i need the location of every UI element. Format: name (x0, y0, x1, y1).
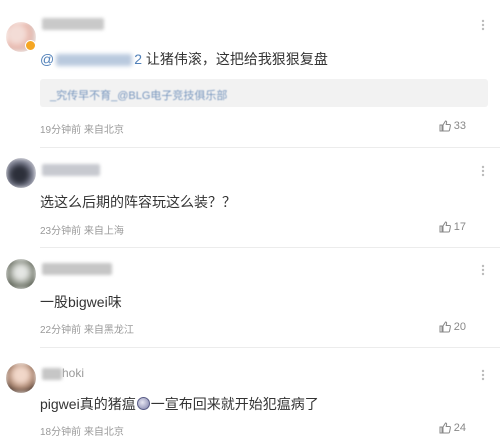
comment-text: @2 让猪伟滚，这把给我狠狠复盘 (40, 51, 328, 67)
like-button[interactable]: 20 (439, 321, 466, 333)
thumbs-up-icon (439, 120, 451, 132)
quoted-reply-text: _究传早不育_@BLG电子竞技俱乐部 (50, 90, 228, 102)
username[interactable] (42, 16, 104, 30)
divider (40, 147, 500, 148)
like-count: 24 (453, 422, 466, 434)
comment-location: 来自北京 (83, 125, 124, 136)
like-button[interactable]: 33 (439, 120, 466, 132)
more-icon[interactable] (476, 18, 490, 32)
comment-meta: 23分钟前 来自上海 (40, 222, 124, 237)
like-count: 17 (453, 221, 466, 233)
comment-time: 19分钟前 (40, 125, 82, 136)
sticker-icon (136, 397, 150, 410)
verified-badge-icon (25, 40, 36, 51)
more-icon[interactable] (476, 368, 490, 382)
comment-3: 一股bigwei味 22分钟前 来自黑龙江 20 (0, 250, 500, 350)
comment-4: hoki pigwei真的猪瘟 一宣布回来就开始犯瘟病了 18分钟前 来自北京 2… (0, 350, 500, 440)
comment-text: 一股bigwei味 (40, 294, 122, 310)
like-button[interactable]: 24 (439, 422, 466, 434)
divider (40, 247, 500, 248)
comment-location: 来自上海 (83, 226, 124, 237)
divider (40, 347, 500, 348)
username[interactable] (42, 162, 100, 176)
comment-time: 22分钟前 (40, 325, 82, 336)
thumbs-up-icon (439, 321, 451, 333)
username[interactable] (42, 261, 112, 275)
mention-link[interactable]: @2 (40, 51, 142, 67)
comment-2: 选这么后期的阵容玩这么装？？ 23分钟前 来自上海 17 (0, 150, 500, 250)
comment-location: 来自黑龙江 (83, 325, 134, 336)
comment-time: 18分钟前 (40, 427, 82, 438)
thumbs-up-icon (439, 221, 451, 233)
comment-time: 23分钟前 (40, 226, 82, 237)
avatar[interactable] (6, 158, 36, 188)
comment-text: pigwei真的猪瘟 一宣布回来就开始犯瘟病了 (40, 396, 319, 412)
comment-text: 选这么后期的阵容玩这么装？？ (40, 194, 236, 210)
quoted-reply[interactable]: _究传早不育_@BLG电子竞技俱乐部 (40, 79, 488, 107)
comment-1: @2 让猪伟滚，这把给我狠狠复盘 _究传早不育_@BLG电子竞技俱乐部 19分钟… (0, 0, 500, 150)
thumbs-up-icon (439, 422, 451, 434)
avatar[interactable] (6, 259, 36, 289)
comment-meta: 18分钟前 来自北京 (40, 423, 124, 438)
comment-meta: 22分钟前 来自黑龙江 (40, 321, 134, 336)
like-count: 33 (453, 120, 466, 132)
username[interactable]: hoki (42, 366, 84, 380)
like-button[interactable]: 17 (439, 221, 466, 233)
more-icon[interactable] (476, 263, 490, 277)
like-count: 20 (453, 321, 466, 333)
avatar[interactable] (6, 363, 36, 393)
comment-location: 来自北京 (83, 427, 124, 438)
comment-meta: 19分钟前 来自北京 (40, 121, 124, 136)
more-icon[interactable] (476, 164, 490, 178)
